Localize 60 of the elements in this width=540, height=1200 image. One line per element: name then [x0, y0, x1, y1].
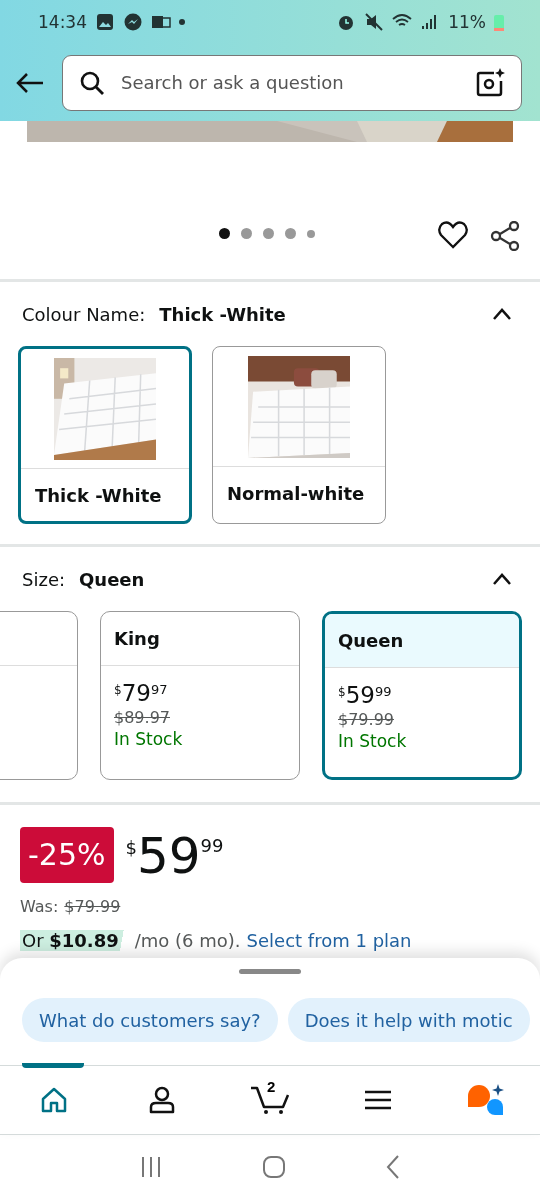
price-fraction: 97 [150, 682, 168, 697]
search-field[interactable]: Search or ask a question [119, 71, 461, 94]
battery-icon [494, 13, 504, 31]
recent-apps-icon[interactable] [140, 1156, 162, 1178]
colour-option[interactable]: Normal-white [212, 346, 386, 524]
was-label: Was: [20, 897, 59, 916]
question-chip[interactable]: Does it help with motic [287, 998, 530, 1042]
currency-symbol: $ [125, 837, 137, 858]
notification-dot-icon [179, 19, 185, 25]
discount-badge: -25% [20, 827, 114, 883]
price-whole: 59 [136, 827, 201, 885]
nav-tab[interactable]: 2 [216, 1066, 324, 1134]
cart-count: 2 [267, 1078, 276, 1095]
was-price: $79.99 [64, 897, 121, 916]
price-fraction: 99 [374, 684, 392, 699]
carousel-dot[interactable] [285, 228, 296, 239]
installment-terms: /mo (6 mo). [134, 930, 241, 951]
back-icon[interactable] [386, 1155, 400, 1179]
chat-bubbles-icon [467, 1083, 505, 1117]
currency-symbol: $ [114, 683, 122, 697]
price-fraction: 99 [200, 835, 224, 856]
availability: In Stock [338, 731, 408, 751]
question-chip[interactable]: What do customers say? [22, 998, 278, 1042]
messenger-icon [123, 12, 143, 32]
availability: In Stock [114, 729, 184, 749]
option-label: Colour Name: [22, 303, 146, 325]
search-icon [79, 69, 105, 96]
image-icon [95, 12, 115, 32]
size-name: King [114, 628, 160, 649]
option-value: Thick -White [159, 303, 286, 325]
battery-level: 11% [448, 12, 486, 32]
heart-icon[interactable] [438, 221, 468, 249]
menu-icon [364, 1089, 392, 1111]
carousel-dot[interactable] [241, 228, 252, 239]
currency-symbol: $ [338, 685, 346, 699]
sheet-handle[interactable] [239, 969, 301, 974]
price-whole: 59 [345, 682, 375, 708]
home-button-icon[interactable] [262, 1155, 286, 1179]
colour-option[interactable]: Thick -White [18, 346, 192, 524]
carousel-dot[interactable] [307, 229, 315, 238]
carousel-dot[interactable] [263, 228, 274, 239]
back-arrow-icon[interactable] [16, 71, 44, 94]
option-label: Size: [22, 568, 65, 590]
plan-link[interactable]: Select from 1 plan [246, 930, 412, 951]
option-value: Queen [79, 568, 145, 590]
carousel-dot[interactable] [219, 228, 230, 239]
person-icon [147, 1085, 177, 1115]
home-icon [40, 1086, 68, 1114]
size-name: Queen [338, 630, 404, 651]
list-price: $89.97 [114, 708, 171, 727]
price-whole: 79 [121, 680, 151, 706]
clock: 14:34 [38, 12, 87, 32]
share-icon[interactable] [490, 221, 520, 251]
camera-icon[interactable] [475, 67, 505, 98]
mute-icon [364, 12, 385, 32]
search-bar[interactable]: Search or ask a question [62, 54, 522, 111]
collapse-caret-icon[interactable] [492, 573, 512, 585]
list-price: $79.99 [338, 710, 395, 729]
collapse-caret-icon[interactable] [492, 308, 512, 320]
active-tab-indicator [22, 1063, 84, 1068]
